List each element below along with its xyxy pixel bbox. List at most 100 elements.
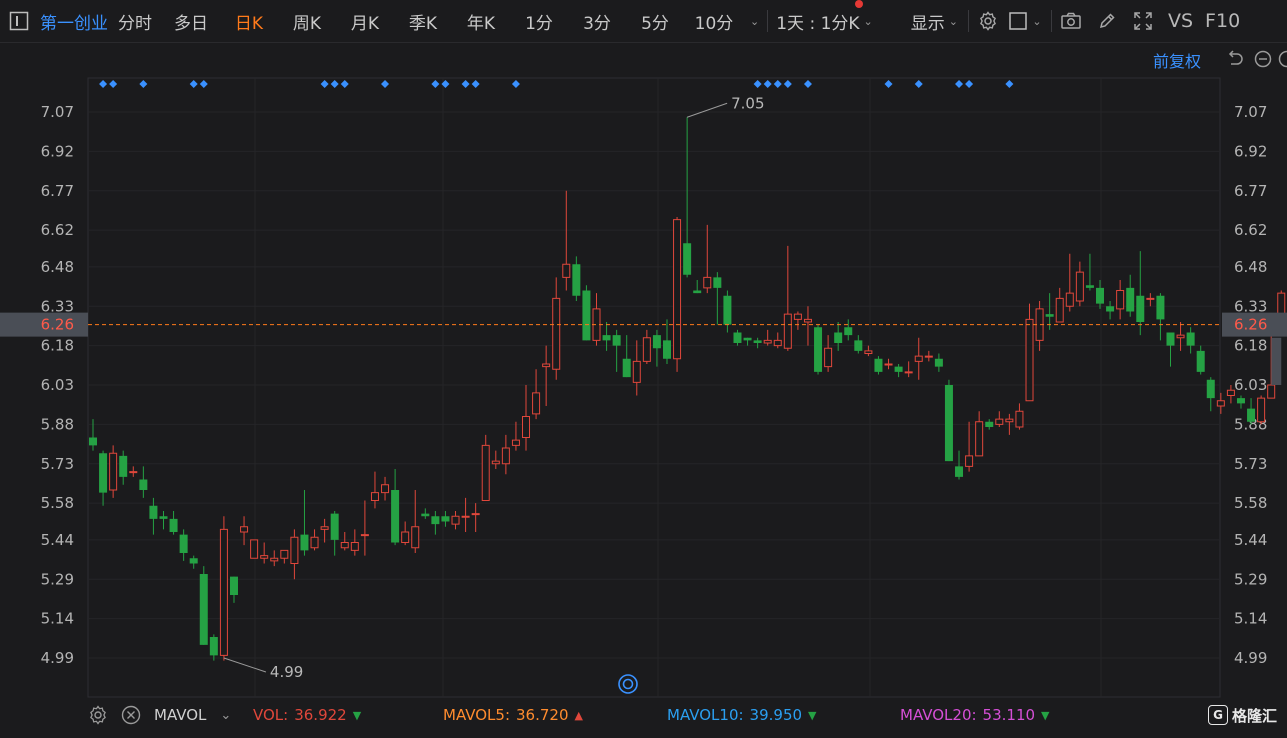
candle-body-down <box>119 455 128 477</box>
event-marker-icon[interactable] <box>330 80 339 88</box>
price-axis-right: 7.076.926.776.626.486.336.186.035.885.73… <box>1234 103 1267 667</box>
event-marker-icon[interactable] <box>99 80 108 88</box>
candle-body-down <box>1166 332 1175 346</box>
mavol20-value: 53.110 <box>982 706 1036 724</box>
candle <box>723 290 732 333</box>
event-marker-icon[interactable] <box>471 80 480 88</box>
indicator-close-icon[interactable] <box>121 700 141 730</box>
candle <box>914 337 923 380</box>
event-marker-icon[interactable] <box>431 80 440 88</box>
indicator-name: MAVOL <box>154 706 207 724</box>
candle <box>824 335 833 372</box>
candle <box>360 500 369 556</box>
event-marker-icon[interactable] <box>914 80 923 88</box>
event-markers <box>99 80 1014 88</box>
candle <box>542 345 551 406</box>
price-tick-left: 7.07 <box>41 103 74 121</box>
event-marker-icon[interactable] <box>199 80 208 88</box>
price-axis-left: 7.07 6.92 6.77 6.62 6.48 6.33 6.18 6.03 5.88 5.73… <box>41 103 74 667</box>
event-marker-icon[interactable] <box>381 80 390 88</box>
candle <box>1015 403 1024 430</box>
price-tick-left: 6.33 <box>41 297 74 315</box>
event-marker-icon[interactable] <box>109 80 118 88</box>
price-tick-left: 5.44 <box>41 531 74 549</box>
indicator-settings-gear-icon[interactable] <box>88 700 108 730</box>
candle <box>582 285 591 341</box>
candle-body-down <box>1096 287 1104 304</box>
event-marker-icon[interactable] <box>461 80 470 88</box>
candle <box>219 516 228 661</box>
event-marker-icon[interactable] <box>1005 80 1014 88</box>
candle <box>229 576 238 603</box>
candle <box>300 490 309 556</box>
price-tick-right: 6.03 <box>1234 376 1267 394</box>
event-marker-icon[interactable] <box>320 80 329 88</box>
event-marker-icon[interactable] <box>511 80 520 88</box>
price-tick-right: 5.14 <box>1234 610 1267 628</box>
candle <box>733 329 742 346</box>
vol-readout: VOL: 36.922 ▼ <box>253 700 361 730</box>
price-tick-left: 4.99 <box>41 649 74 667</box>
candle <box>894 364 903 378</box>
candle-body-up <box>793 313 802 320</box>
event-marker-icon[interactable] <box>965 80 974 88</box>
event-marker-icon[interactable] <box>340 80 349 88</box>
event-marker-icon[interactable] <box>139 80 148 88</box>
price-tick-left: 5.73 <box>41 455 74 473</box>
candle <box>189 555 198 569</box>
candle-body-down <box>209 637 218 656</box>
indicator-bar: MAVOL ⌄ VOL: 36.922 ▼ MAVOL5: 36.720 ▲ M… <box>0 700 1287 738</box>
candle <box>1176 322 1185 351</box>
candle-body-up <box>864 350 873 354</box>
price-tick-right: 6.77 <box>1234 182 1267 200</box>
event-marker-icon[interactable] <box>803 80 812 88</box>
candle-body-down <box>300 534 309 551</box>
current-price-label-left: 6.26 <box>41 316 74 334</box>
candle-body-down <box>814 327 823 372</box>
event-marker-icon[interactable] <box>783 80 792 88</box>
candle <box>522 385 531 451</box>
candle <box>471 503 480 532</box>
high-annotation-line <box>686 102 728 118</box>
candle <box>995 411 1004 427</box>
candle-body-up <box>542 363 551 368</box>
candle-body-up <box>219 528 228 656</box>
candle <box>552 277 561 380</box>
event-marker-icon[interactable] <box>753 80 762 88</box>
event-marker-icon[interactable] <box>773 80 782 88</box>
scroll-reset-icon[interactable] <box>618 674 638 694</box>
candle <box>834 322 843 351</box>
candle-body-down <box>421 513 430 517</box>
candle-body-down <box>693 290 702 294</box>
candle-body-down <box>612 335 621 346</box>
candle <box>612 329 621 372</box>
candle-body-down <box>99 453 108 493</box>
candle-body-down <box>139 479 148 490</box>
candle-body-down <box>934 358 943 367</box>
candle-body-up <box>1257 397 1266 423</box>
event-marker-icon[interactable] <box>884 80 893 88</box>
candle <box>602 322 611 351</box>
event-marker-icon[interactable] <box>763 80 772 88</box>
candle <box>965 421 974 472</box>
candle <box>1096 280 1104 309</box>
trend-up-icon: ▲ <box>574 708 583 722</box>
indicator-selector[interactable]: MAVOL ⌄ <box>154 700 231 730</box>
candlestick-chart[interactable]: 7.07 6.92 6.77 6.62 6.48 6.33 6.18 6.03 5.88 5.73… <box>0 0 1287 738</box>
candle-body-up <box>320 526 329 530</box>
candle <box>270 550 279 567</box>
candle-body-up <box>1216 400 1225 407</box>
event-marker-icon[interactable] <box>955 80 964 88</box>
candle <box>421 508 430 519</box>
candle <box>783 245 792 351</box>
candle-body-up <box>370 492 379 501</box>
candle <box>753 337 762 349</box>
candle-body-up <box>250 539 259 559</box>
candle <box>431 511 440 535</box>
candle-body-up <box>350 542 359 551</box>
candle <box>642 329 651 364</box>
candle-body-up <box>280 549 289 559</box>
candle <box>280 549 289 564</box>
event-marker-icon[interactable] <box>189 80 198 88</box>
vol-label: VOL: <box>253 706 289 724</box>
